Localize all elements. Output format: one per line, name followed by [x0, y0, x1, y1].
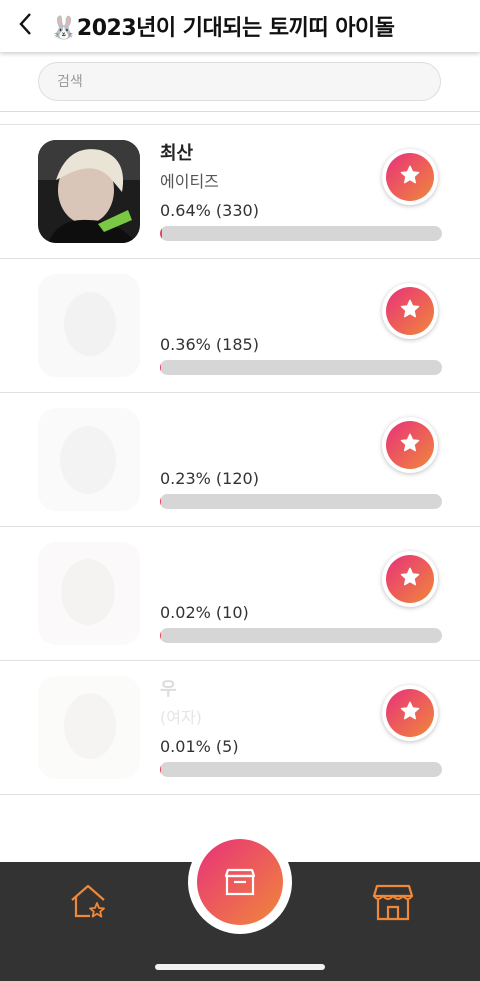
- star-icon: [399, 566, 421, 592]
- avatar: [38, 408, 140, 511]
- vote-progress-fill: [160, 494, 162, 509]
- vote-percent: 0.64% (330): [160, 201, 259, 220]
- candidate-group: (여자): [160, 708, 202, 727]
- chevron-left-icon: [18, 12, 32, 40]
- vote-percent: 0.23% (120): [160, 469, 259, 488]
- candidate-row[interactable]: 최산 에이티즈 0.64% (330): [0, 125, 480, 259]
- star-icon: [399, 298, 421, 324]
- candidate-name: 우: [160, 679, 177, 700]
- star-icon: [399, 700, 421, 726]
- avatar: [38, 676, 140, 779]
- candidate-name: 최산: [160, 143, 194, 164]
- back-button[interactable]: [0, 0, 50, 52]
- vote-progress-bar: [160, 628, 442, 643]
- vote-percent: 0.36% (185): [160, 335, 259, 354]
- vote-progress-fill: [160, 628, 162, 643]
- vote-progress-fill: [160, 226, 162, 241]
- vote-button[interactable]: [382, 417, 438, 473]
- star-icon: [399, 164, 421, 190]
- candidate-group: 에이티즈: [160, 172, 219, 191]
- vote-progress-fill: [160, 360, 162, 375]
- vote-progress-bar: [160, 226, 442, 241]
- star-icon: [399, 432, 421, 458]
- vote-percent: 0.01% (5): [160, 737, 239, 756]
- divider: [0, 111, 480, 112]
- ballot-box-icon: [220, 860, 260, 904]
- search-bar: [0, 52, 480, 112]
- candidate-row[interactable]: 0.36% (185): [0, 259, 480, 393]
- vote-button[interactable]: [382, 551, 438, 607]
- store-icon: [372, 884, 414, 926]
- nav-shop-button[interactable]: [372, 882, 414, 922]
- search-input[interactable]: [38, 62, 441, 101]
- vote-box-button[interactable]: [197, 839, 283, 925]
- vote-button[interactable]: [382, 149, 438, 205]
- nav-home-button[interactable]: [68, 882, 108, 922]
- vote-progress-bar: [160, 360, 442, 375]
- vote-percent: 0.02% (10): [160, 603, 249, 622]
- vote-button[interactable]: [382, 283, 438, 339]
- avatar: [38, 542, 140, 645]
- vote-button[interactable]: [382, 685, 438, 741]
- home-star-icon: [68, 884, 108, 926]
- avatar: [38, 274, 140, 377]
- candidate-list: 최산 에이티즈 0.64% (330) 0.36% (185) 0.23% (1…: [0, 125, 480, 795]
- avatar: [38, 140, 140, 243]
- vote-progress-bar: [160, 762, 442, 777]
- home-indicator: [155, 964, 325, 970]
- candidate-row[interactable]: 0.23% (120): [0, 393, 480, 527]
- app-header: 🐰2023년이 기대되는 토끼띠 아이돌: [0, 0, 480, 52]
- vote-progress-bar: [160, 494, 442, 509]
- vote-progress-fill: [160, 762, 162, 777]
- page-title: 🐰2023년이 기대되는 토끼띠 아이돌: [50, 16, 395, 41]
- candidate-row[interactable]: 우 (여자) 0.01% (5): [0, 661, 480, 795]
- candidate-row[interactable]: 0.02% (10): [0, 527, 480, 661]
